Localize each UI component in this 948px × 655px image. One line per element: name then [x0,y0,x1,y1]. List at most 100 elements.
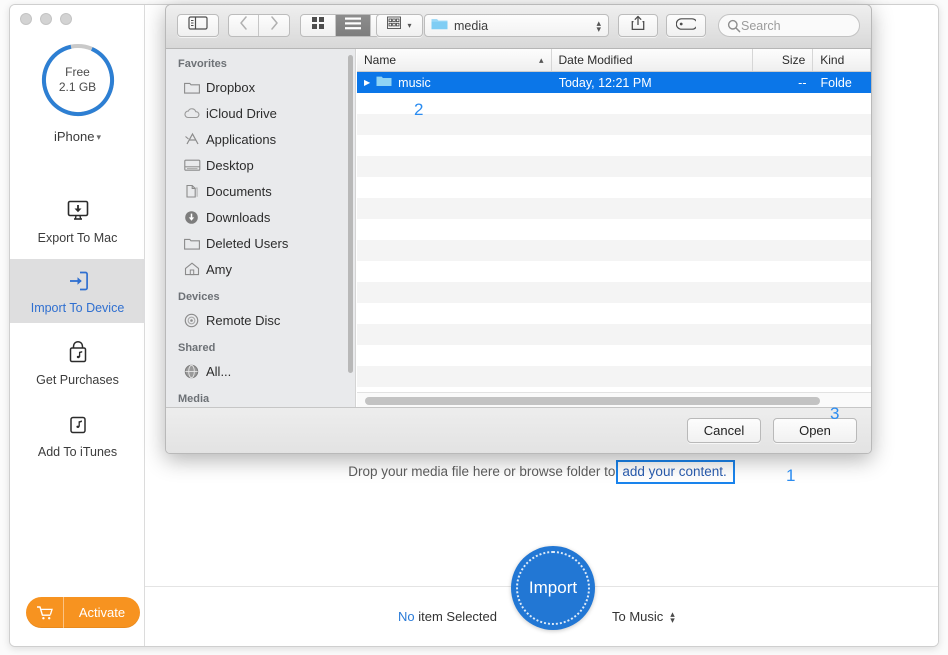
chevron-right-icon [270,16,279,35]
sidebar-item-export-to-mac[interactable]: Export To Mac [10,189,145,253]
sidebar-item-import-to-device[interactable]: Import To Device [10,259,145,323]
home-icon [184,262,206,276]
dialog-body: Favorites Dropbox iCloud Drive Applicati… [166,49,871,407]
empty-row [357,219,871,240]
empty-row [357,240,871,261]
sidebar-item-label: Remote Disc [206,312,281,328]
sidebar-scrollbar[interactable] [348,55,353,373]
empty-row [357,177,871,198]
path-popup-button[interactable]: media ▴ ▾ [424,14,609,37]
storage-indicator: Free 2.1 GB iPhone ▾ [10,41,145,144]
sort-ascending-icon: ▴ [538,54,544,65]
sidebar-item-documents[interactable]: Documents [166,178,355,204]
sidebar-item-label: Amy [206,261,232,277]
storage-free-value: 2.1 GB [58,80,97,94]
tag-icon [675,17,698,35]
sidebar-item-label: Dropbox [206,79,256,95]
app-sidebar: Free 2.1 GB iPhone ▾ Export To Mac Impor… [10,5,145,646]
empty-row [357,114,871,135]
documents-icon [184,184,206,199]
annotation-marker-2: 2 [414,100,424,119]
annotation-marker-3: 3 [830,404,840,423]
search-input[interactable]: Search [718,14,860,37]
folder-icon [431,17,448,35]
table-row[interactable]: ▶ music Today, 12:21 PM -- Folde [357,72,871,93]
icon-view-icon [311,16,325,35]
share-button[interactable] [618,14,658,37]
horizontal-scrollbar[interactable] [357,392,871,407]
path-popup-label: media [454,18,489,33]
tag-button[interactable] [666,14,706,37]
empty-row [357,303,871,324]
cancel-button[interactable]: Cancel [687,418,761,443]
open-file-dialog: ▾ media ▴ ▾ Search Favorites Dropbox iCl… [165,4,872,454]
dialog-footer: Cancel Open [166,407,871,453]
sidebar-item-all[interactable]: All... [166,358,355,384]
device-selector[interactable]: iPhone ▾ [10,129,145,144]
empty-row [357,282,871,303]
sidebar-toggle-button[interactable] [177,14,219,37]
stepper-icon: ▴ ▾ [670,608,675,625]
empty-row [357,345,871,366]
file-size-cell: -- [798,75,807,90]
empty-row [357,93,871,114]
add-your-content-link[interactable]: add your content. [616,460,735,484]
list-view-button[interactable] [336,15,371,36]
sidebar-item-applications[interactable]: Applications [166,126,355,152]
sidebar-item-downloads[interactable]: Downloads [166,204,355,230]
sidebar-item-label: Get Purchases [36,373,119,387]
open-button[interactable]: Open [773,418,857,443]
drop-hint-text: Drop your media file here or browse fold… [348,464,616,479]
sidebar-section-header: Shared [178,342,216,354]
sidebar-item-desktop[interactable]: Desktop [166,152,355,178]
file-name-cell: ▶ music [357,75,552,90]
activate-button-label: Activate [78,605,126,620]
empty-row [357,261,871,282]
activate-button[interactable]: Activate [26,597,140,628]
minimize-button[interactable] [40,13,52,25]
dialog-sidebar: Favorites Dropbox iCloud Drive Applicati… [166,49,356,407]
sidebar-item-dropbox[interactable]: Dropbox [166,74,355,100]
icon-view-button[interactable] [301,15,336,36]
sidebar-item-amy[interactable]: Amy [166,256,355,282]
scrollbar-thumb[interactable] [365,397,820,405]
close-button[interactable] [20,13,32,25]
chevron-down-icon: ▾ [96,132,101,142]
folder-icon [184,81,206,94]
sidebar-section-header: Devices [178,291,220,303]
sidebar-item-add-to-itunes[interactable]: Add To iTunes [10,403,145,467]
selection-count: No [398,609,415,624]
import-button[interactable]: Import [511,546,595,630]
search-icon [727,19,741,38]
dialog-toolbar: ▾ media ▴ ▾ Search [166,5,871,49]
folder-icon [376,75,392,90]
arrange-button[interactable]: ▾ [376,14,423,37]
sidebar-item-remote-disc[interactable]: Remote Disc [166,307,355,333]
sidebar-section-header: Favorites [178,58,227,70]
sidebar-section-header: Media [178,393,210,405]
navigation-buttons[interactable] [228,14,290,37]
shopping-bag-music-icon [66,339,90,367]
column-header-name[interactable]: Name ▴ [357,49,552,71]
sidebar-item-get-purchases[interactable]: Get Purchases [10,331,145,395]
sidebar-item-icloud-drive[interactable]: iCloud Drive [166,100,355,126]
disclosure-triangle-icon[interactable]: ▶ [364,78,370,87]
destination-label: To Music [612,609,664,624]
column-header-date-modified[interactable]: Date Modified [552,49,753,71]
destination-selector[interactable]: To Music ▴ ▾ [612,609,675,624]
back-button[interactable] [229,15,260,36]
column-header-kind[interactable]: Kind [813,49,871,71]
column-header-size[interactable]: Size [753,49,814,71]
list-view-icon [345,17,361,35]
chevron-left-icon [239,16,248,35]
disc-icon [184,313,206,328]
zoom-button[interactable] [60,13,72,25]
empty-row [357,324,871,345]
forward-button[interactable] [259,15,289,36]
sidebar-item-deleted-users[interactable]: Deleted Users [166,230,355,256]
sidebar-item-label: Deleted Users [206,235,289,251]
import-to-device-icon [66,267,90,295]
network-globe-icon [184,364,206,379]
column-header-label: Date Modified [558,53,633,67]
share-icon [631,15,645,36]
